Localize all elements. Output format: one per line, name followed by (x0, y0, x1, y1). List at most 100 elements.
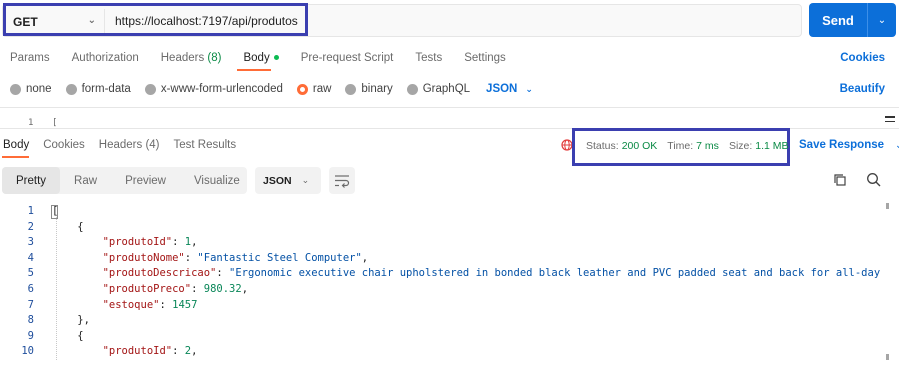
line-code: "produtoPreco": 980.32, (52, 283, 248, 295)
line-number: 1 (28, 118, 34, 128)
editor-code: [ (52, 118, 58, 128)
response-tabs: Body Cookies Headers (4) Test Results (3, 139, 250, 151)
radio-label: none (26, 83, 52, 95)
tab-tests[interactable]: Tests (415, 52, 442, 66)
code-token: [ (52, 205, 59, 217)
tab-headers[interactable]: Headers (8) (161, 52, 222, 66)
tab-body[interactable]: Body (243, 52, 279, 66)
tab-params[interactable]: Params (10, 52, 50, 66)
tab-label: Pre-request Script (300, 52, 394, 64)
body-type-options: none form-data x-www-form-urlencoded raw bin… (10, 83, 533, 95)
radio-icon[interactable] (65, 83, 77, 95)
code-token: , (241, 283, 249, 295)
tab-authorization[interactable]: Authorization (72, 52, 139, 66)
line-code: [ (52, 205, 58, 217)
view-mode-visualize[interactable]: Visualize (180, 167, 254, 194)
line-number: 5 (27, 267, 34, 279)
size-value[interactable]: 1.1 MB (755, 140, 788, 152)
line-number: 8 (27, 314, 34, 326)
time-value[interactable]: 7 ms (696, 140, 719, 152)
search-icon[interactable] (866, 172, 881, 187)
send-button-group: Send ⌄ (809, 3, 896, 37)
radio-icon[interactable] (345, 83, 357, 95)
line-code: "produtoNome": "Fantastic Steel Computer… (52, 252, 369, 264)
tab-settings[interactable]: Settings (464, 52, 506, 66)
radio-icon[interactable] (406, 83, 418, 95)
code-token: "estoque" (102, 299, 160, 311)
active-response-tab-indicator (2, 156, 29, 158)
code-token: "produtoId" (102, 345, 173, 357)
line-code: { (52, 221, 84, 233)
radio-label: GraphQL (422, 83, 471, 95)
request-tabs: Params Authorization Headers (8) Body Pre-re… (10, 52, 528, 66)
chevron-down-icon: ⌄ (895, 140, 899, 150)
code-token: : (159, 299, 173, 311)
tab-count: (8) (207, 52, 222, 64)
wrap-lines-icon (335, 175, 350, 188)
response-tab-headers-4[interactable]: Headers (4) (99, 139, 160, 151)
wrap-lines-button[interactable] (329, 167, 355, 194)
response-tab-body[interactable]: Body (3, 139, 29, 151)
tab-label: Body (243, 52, 270, 64)
code-token: { (52, 221, 84, 233)
response-format-label: JSON (263, 174, 292, 187)
response-format-select[interactable]: JSON ⌄ (255, 167, 321, 194)
send-button[interactable]: Send (809, 3, 867, 37)
line-code: "produtoId": 2, (52, 345, 198, 357)
save-response-button[interactable]: Save Response ⌄ (799, 139, 899, 151)
radio-icon[interactable] (10, 83, 21, 95)
response-status: Status: 200 OK Time: 7 ms Size: 1.1 MB (586, 140, 799, 152)
code-token: , (191, 345, 198, 357)
response-tab-test-results[interactable]: Test Results (174, 139, 237, 151)
time-key: Time: (667, 140, 694, 152)
response-tab-cookies[interactable]: Cookies (43, 139, 85, 151)
body-type-raw[interactable]: raw (296, 83, 331, 95)
beautify-button[interactable]: Beautify (840, 83, 885, 95)
request-body-editor[interactable]: 1 [ (0, 107, 899, 129)
copy-icon[interactable] (833, 173, 847, 187)
body-type-graphql[interactable]: GraphQL (406, 83, 471, 95)
code-token: }, (52, 314, 90, 326)
status-key: Status: (586, 140, 619, 152)
code-token: , (191, 236, 198, 248)
tab-label: Authorization (71, 52, 139, 64)
radio-label: form-data (81, 83, 131, 95)
view-mode-pretty[interactable]: Pretty (2, 167, 61, 194)
status-value[interactable]: 200 OK (622, 140, 658, 152)
code-token: 980.32 (203, 283, 242, 295)
line-code: "produtoId": 1, (52, 236, 198, 248)
body-modified-dot (273, 55, 279, 61)
body-format-select[interactable]: JSON ⌄ (486, 83, 533, 95)
line-number: 7 (27, 299, 34, 311)
code-token: "produtoNome" (102, 252, 185, 264)
tab-pre-request-script[interactable]: Pre-request Script (301, 52, 394, 66)
view-mode-raw[interactable]: Raw (60, 167, 111, 194)
cookies-link[interactable]: Cookies (840, 52, 885, 64)
scrollbar-thumb[interactable] (885, 116, 895, 118)
code-token: "produtoPreco" (102, 283, 192, 295)
body-type-none[interactable]: none (10, 83, 52, 95)
code-token: 1457 (172, 299, 198, 311)
vertical-scrollbar[interactable] (886, 203, 891, 363)
view-mode-preview[interactable]: Preview (111, 167, 180, 194)
line-number: 6 (27, 283, 34, 295)
body-type-form-data[interactable]: form-data (65, 83, 131, 95)
line-number: 10 (21, 345, 34, 357)
send-options-button[interactable]: ⌄ (868, 3, 896, 37)
response-body-code[interactable]: 1 [2 {3 "produtoId": 1, 4 "produtoNome": "… (0, 203, 880, 363)
radio-icon[interactable] (144, 83, 156, 95)
scrollbar-down-thumb[interactable] (886, 354, 889, 360)
code-token: "produtoId" (102, 236, 173, 248)
body-format-label: JSON (486, 83, 518, 95)
body-type-binary[interactable]: binary (345, 83, 393, 95)
code-token: "Ergonomic executive chair upholstered i… (229, 267, 880, 279)
body-type-x-www-form-urlencoded[interactable]: x-www-form-urlencoded (144, 83, 283, 95)
scrollbar-up-thumb[interactable] (886, 203, 889, 209)
code-token: : (172, 236, 185, 248)
line-number: 3 (27, 236, 34, 248)
view-mode-segment: Pretty Raw Preview Visualize (2, 167, 247, 194)
radio-icon[interactable] (296, 83, 308, 95)
url-highlight-box (3, 3, 308, 36)
